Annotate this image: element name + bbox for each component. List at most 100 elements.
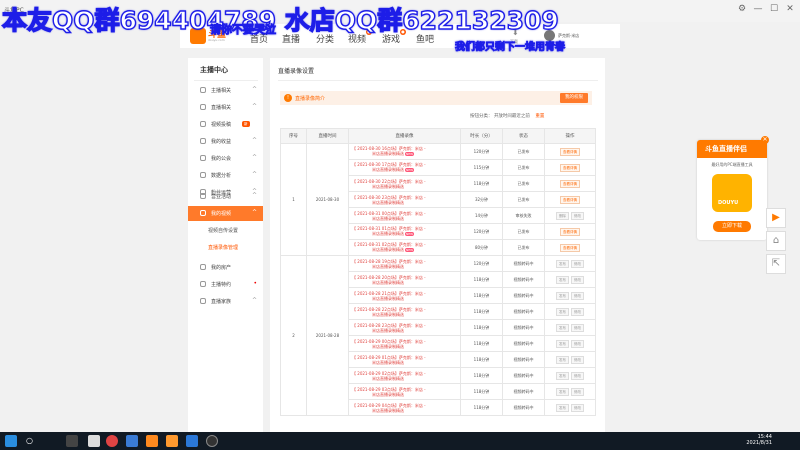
status-cell: 视频转码中	[502, 287, 545, 304]
recording-subtitle[interactable]: 米店直播录制精选	[372, 264, 404, 269]
operation-button[interactable]: 修改	[571, 275, 584, 284]
overlay-banner-text: 本友QQ群694404789 水店QQ群622132309	[1, 5, 559, 35]
task-view-icon[interactable]	[66, 435, 78, 447]
sidebar-item-my-video[interactable]: 我的视频 ^	[188, 206, 263, 221]
operation-button[interactable]: 发布	[556, 339, 569, 348]
recording-cell: 【 2021-08-28 19点场】萨克斯：米店 - 米店直播录制精选	[348, 255, 461, 272]
operation-button[interactable]: 查看详情	[560, 147, 580, 156]
sidebar-item-guild[interactable]: 我的公会 ^	[188, 151, 263, 166]
recording-subtitle[interactable]: 米店直播录制精选	[372, 167, 404, 172]
status-cell: 审核失败	[502, 207, 545, 224]
sidebar-item-special[interactable]: 主播特约 •	[188, 277, 263, 292]
recording-subtitle[interactable]: 米店直播录制精选	[372, 376, 404, 381]
app-icon[interactable]	[88, 435, 100, 447]
status-cell: 视频转码中	[502, 351, 545, 368]
recording-subtitle[interactable]: 米店直播录制精选	[372, 151, 404, 156]
new-badge: 新	[242, 121, 250, 127]
sort-select[interactable]: 开放时间最近之前	[494, 114, 530, 119]
recording-subtitle[interactable]: 米店直播录制精选	[372, 200, 404, 205]
chrome-icon[interactable]	[106, 435, 118, 447]
recording-subtitle[interactable]: 米店直播录制精选	[372, 231, 404, 236]
sidebar-item-property[interactable]: 我的房产	[188, 260, 263, 275]
column-header: 序号	[280, 128, 307, 144]
operation-button[interactable]: 修改	[571, 323, 584, 332]
status-cell: 已发布	[502, 175, 545, 192]
operation-cell: 删除 修改	[544, 207, 596, 224]
operation-button[interactable]: 查看详情	[560, 243, 580, 252]
operation-button[interactable]: 发布	[556, 275, 569, 284]
operation-button[interactable]: 查看详情	[560, 179, 580, 188]
operation-button[interactable]: 发布	[556, 307, 569, 316]
maximize-icon[interactable]: ☐	[768, 3, 780, 15]
operation-button[interactable]: 修改	[571, 355, 584, 364]
expand-icon[interactable]: ⇱	[766, 254, 786, 274]
house-icon	[200, 264, 206, 270]
sidebar-item-data[interactable]: 数据分析 ^	[188, 168, 263, 183]
operation-button[interactable]: 修改	[571, 403, 584, 412]
recording-subtitle[interactable]: 米店直播录制精选	[372, 184, 404, 189]
recording-subtitle[interactable]: 米店直播录制精选	[372, 344, 404, 349]
sidebar-item-family[interactable]: 直播家族 ^	[188, 294, 263, 309]
operation-button[interactable]: 查看详情	[560, 163, 580, 172]
operation-button[interactable]: 修改	[571, 211, 584, 220]
sidebar-item-live[interactable]: 直播相关 ^	[188, 100, 263, 115]
operation-button[interactable]: 修改	[571, 387, 584, 396]
search-icon[interactable]: ○	[26, 435, 36, 447]
recording-subtitle[interactable]: 米店直播录制精选	[372, 408, 404, 413]
operation-button[interactable]: 发布	[556, 387, 569, 396]
app-icon[interactable]	[126, 435, 138, 447]
my-permission-button[interactable]: 我的权限	[560, 93, 588, 103]
operation-cell: 查看详情	[544, 143, 596, 160]
play-icon[interactable]: ▶	[766, 208, 786, 228]
operation-button[interactable]: 发布	[556, 355, 569, 364]
recording-subtitle[interactable]: 米店直播录制精选	[372, 280, 404, 285]
app-icon[interactable]	[186, 435, 198, 447]
operation-button[interactable]: 发布	[556, 323, 569, 332]
recording-subtitle[interactable]: 米店直播录制精选	[372, 296, 404, 301]
operation-button[interactable]: 修改	[571, 259, 584, 268]
recording-subtitle[interactable]: 米店直播录制精选	[372, 216, 404, 221]
home-icon[interactable]: ⌂	[766, 231, 786, 251]
douyu-app-icon[interactable]	[146, 435, 158, 447]
status-cell: 视频转码中	[502, 399, 545, 416]
duration-cell: 118分钟	[460, 303, 503, 320]
operation-button[interactable]: 修改	[571, 291, 584, 300]
operation-button[interactable]: 修改	[571, 371, 584, 380]
recording-table: 序号 直播时间 直播录像 时长（分） 状态 操作 1 2021-08-30 【 20…	[280, 128, 596, 416]
windows-start-icon[interactable]	[5, 435, 17, 447]
notice-text[interactable]: 直播录像简介	[295, 95, 325, 102]
reset-link[interactable]: 重置	[535, 114, 544, 119]
settings-icon[interactable]: ⚙	[736, 3, 748, 15]
minimize-icon[interactable]: —	[752, 3, 764, 15]
sidebar-subitem-recording-manage[interactable]: 直播录像管理	[208, 244, 238, 251]
sidebar-item-anchor[interactable]: 主播相关 ^	[188, 83, 263, 98]
operation-button[interactable]: 修改	[571, 339, 584, 348]
douyu-app-icon[interactable]	[166, 435, 178, 447]
sidebar-item-income[interactable]: 我的收益 ^	[188, 134, 263, 149]
recording-subtitle[interactable]: 米店直播录制精选	[372, 328, 404, 333]
recording-subtitle[interactable]: 米店直播录制精选	[372, 312, 404, 317]
column-header: 直播录像	[348, 128, 461, 144]
operation-button[interactable]: 删除	[556, 211, 569, 220]
operation-button[interactable]: 发布	[556, 371, 569, 380]
sidebar-item-label: 我的房产	[211, 265, 232, 271]
recording-subtitle[interactable]: 米店直播录制精选	[372, 392, 404, 397]
sidebar-item-activity[interactable]: 营业活动 ^	[188, 189, 263, 203]
recording-cell: 【 2021-08-29 03点场】萨克斯：米店 - 米店直播录制精选	[348, 383, 461, 400]
operation-button[interactable]: 修改	[571, 307, 584, 316]
obs-icon[interactable]	[206, 435, 218, 447]
close-window-icon[interactable]: ✕	[784, 3, 796, 15]
recording-subtitle[interactable]: 米店直播录制精选	[372, 360, 404, 365]
operation-button[interactable]: 发布	[556, 259, 569, 268]
sidebar-subitem-video-settings[interactable]: 视频自传设置	[208, 227, 238, 234]
operation-button[interactable]: 发布	[556, 403, 569, 412]
ad-download-button[interactable]: 立即下载	[713, 221, 751, 232]
chevron-up-icon: ^	[251, 192, 257, 199]
operation-button[interactable]: 查看详情	[560, 195, 580, 204]
operation-button[interactable]: 查看详情	[560, 227, 580, 236]
chevron-up-icon: ^	[251, 297, 257, 304]
ad-close-icon[interactable]: ✕	[761, 136, 769, 144]
sidebar-item-video-upload[interactable]: 视频投稿 新	[188, 117, 263, 132]
recording-subtitle[interactable]: 米店直播录制精选	[372, 247, 404, 252]
operation-button[interactable]: 发布	[556, 291, 569, 300]
